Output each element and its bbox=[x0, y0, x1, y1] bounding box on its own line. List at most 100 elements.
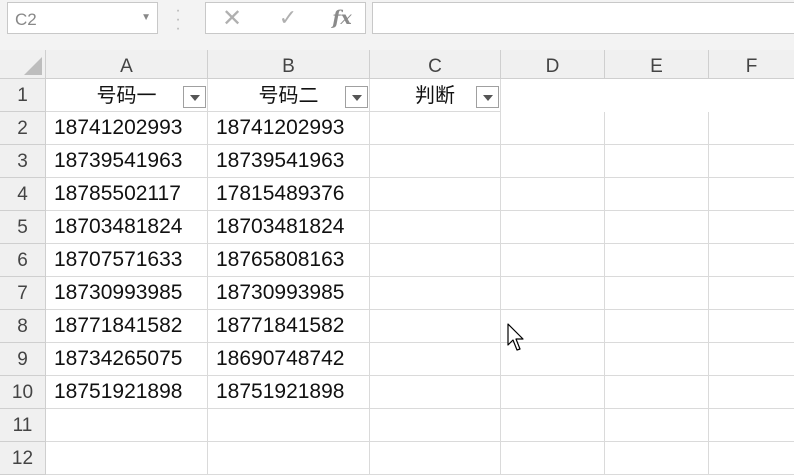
cell-f10[interactable] bbox=[709, 376, 794, 409]
cell-d2[interactable] bbox=[501, 112, 605, 145]
select-all-button[interactable] bbox=[0, 50, 46, 79]
cell-f2[interactable] bbox=[709, 112, 794, 145]
cell-e5[interactable] bbox=[605, 211, 709, 244]
cell-e2[interactable] bbox=[605, 112, 709, 145]
row-header-3[interactable]: 3 bbox=[0, 145, 46, 178]
cell-d7[interactable] bbox=[501, 277, 605, 310]
cell-d3[interactable] bbox=[501, 145, 605, 178]
cell-c3[interactable] bbox=[370, 145, 501, 178]
row-header-6[interactable]: 6 bbox=[0, 244, 46, 277]
cell-b11[interactable] bbox=[208, 409, 370, 442]
cell-b2[interactable]: 18741202993 bbox=[208, 112, 370, 145]
cell-f12[interactable] bbox=[709, 442, 794, 475]
cell-f9[interactable] bbox=[709, 343, 794, 376]
cell-a6[interactable]: 18707571633 bbox=[46, 244, 208, 277]
cell-f6[interactable] bbox=[709, 244, 794, 277]
cell-b8[interactable]: 18771841582 bbox=[208, 310, 370, 343]
cell-f5[interactable] bbox=[709, 211, 794, 244]
cell-c5[interactable] bbox=[370, 211, 501, 244]
column-header-e[interactable]: E bbox=[605, 50, 709, 79]
cell-c2[interactable] bbox=[370, 112, 501, 145]
name-box[interactable]: C2 ▼ bbox=[7, 2, 158, 34]
cell-a5[interactable]: 18703481824 bbox=[46, 211, 208, 244]
cell-b10[interactable]: 18751921898 bbox=[208, 376, 370, 409]
cell-b6[interactable]: 18765808163 bbox=[208, 244, 370, 277]
select-all-triangle-icon bbox=[24, 57, 42, 75]
row-header-10[interactable]: 10 bbox=[0, 376, 46, 409]
row-header-9[interactable]: 9 bbox=[0, 343, 46, 376]
header-cell-c1[interactable]: 判断 bbox=[370, 79, 501, 112]
row-header-4[interactable]: 4 bbox=[0, 178, 46, 211]
cell-c7[interactable] bbox=[370, 277, 501, 310]
cell-a2[interactable]: 18741202993 bbox=[46, 112, 208, 145]
cell-c9[interactable] bbox=[370, 343, 501, 376]
cell-c4[interactable] bbox=[370, 178, 501, 211]
close-icon[interactable]: ✕ bbox=[212, 3, 252, 33]
checkmark-icon[interactable]: ✓ bbox=[268, 3, 308, 33]
cell-d4[interactable] bbox=[501, 178, 605, 211]
cell-d10[interactable] bbox=[501, 376, 605, 409]
header-cell-a1[interactable]: 号码一 bbox=[46, 79, 208, 112]
cell-f3[interactable] bbox=[709, 145, 794, 178]
cell-e7[interactable] bbox=[605, 277, 709, 310]
cell-f11[interactable] bbox=[709, 409, 794, 442]
cell-c11[interactable] bbox=[370, 409, 501, 442]
cell-c6[interactable] bbox=[370, 244, 501, 277]
cell-a12[interactable] bbox=[46, 442, 208, 475]
cell-b5[interactable]: 18703481824 bbox=[208, 211, 370, 244]
header-cell-b1[interactable]: 号码二 bbox=[208, 79, 370, 112]
cell-a11[interactable] bbox=[46, 409, 208, 442]
spreadsheet-grid: A B C D E F 1 2 3 4 5 6 7 8 9 10 11 12 号… bbox=[0, 50, 794, 476]
cell-d11[interactable] bbox=[501, 409, 605, 442]
row-header-7[interactable]: 7 bbox=[0, 277, 46, 310]
cell-d6[interactable] bbox=[501, 244, 605, 277]
cell-a8[interactable]: 18771841582 bbox=[46, 310, 208, 343]
row-header-12[interactable]: 12 bbox=[0, 442, 46, 475]
cell-e11[interactable] bbox=[605, 409, 709, 442]
cell-e10[interactable] bbox=[605, 376, 709, 409]
cell-e3[interactable] bbox=[605, 145, 709, 178]
formula-input[interactable] bbox=[372, 2, 794, 34]
cell-f8[interactable] bbox=[709, 310, 794, 343]
cell-d12[interactable] bbox=[501, 442, 605, 475]
column-header-b[interactable]: B bbox=[208, 50, 370, 79]
row-header-11[interactable]: 11 bbox=[0, 409, 46, 442]
cell-c8[interactable] bbox=[370, 310, 501, 343]
row-header-8[interactable]: 8 bbox=[0, 310, 46, 343]
cell-f7[interactable] bbox=[709, 277, 794, 310]
formula-buttons: ✕ ✓ fx bbox=[205, 2, 366, 34]
column-header-c[interactable]: C bbox=[370, 50, 501, 79]
cell-e12[interactable] bbox=[605, 442, 709, 475]
cell-a10[interactable]: 18751921898 bbox=[46, 376, 208, 409]
cell-e4[interactable] bbox=[605, 178, 709, 211]
column-header-a[interactable]: A bbox=[46, 50, 208, 79]
cell-b12[interactable] bbox=[208, 442, 370, 475]
cell-b3[interactable]: 18739541963 bbox=[208, 145, 370, 178]
more-options-icon[interactable]: · · · bbox=[174, 3, 182, 37]
filter-dropdown-icon[interactable] bbox=[476, 86, 499, 108]
filter-dropdown-icon[interactable] bbox=[345, 86, 368, 108]
cell-a9[interactable]: 18734265075 bbox=[46, 343, 208, 376]
cell-e6[interactable] bbox=[605, 244, 709, 277]
column-header-d[interactable]: D bbox=[501, 50, 605, 79]
cell-a7[interactable]: 18730993985 bbox=[46, 277, 208, 310]
cell-a4[interactable]: 18785502117 bbox=[46, 178, 208, 211]
filter-dropdown-icon[interactable] bbox=[183, 86, 206, 108]
cell-c10[interactable] bbox=[370, 376, 501, 409]
cell-b9[interactable]: 18690748742 bbox=[208, 343, 370, 376]
cell-a3[interactable]: 18739541963 bbox=[46, 145, 208, 178]
column-header-f[interactable]: F bbox=[709, 50, 794, 79]
cell-e8[interactable] bbox=[605, 310, 709, 343]
cell-b7[interactable]: 18730993985 bbox=[208, 277, 370, 310]
cell-b4[interactable]: 17815489376 bbox=[208, 178, 370, 211]
row-header-2[interactable]: 2 bbox=[0, 112, 46, 145]
cell-e9[interactable] bbox=[605, 343, 709, 376]
row-header-1[interactable]: 1 bbox=[0, 79, 46, 112]
cell-f4[interactable] bbox=[709, 178, 794, 211]
insert-function-button[interactable]: fx bbox=[322, 3, 362, 33]
cell-d5[interactable] bbox=[501, 211, 605, 244]
row-header-5[interactable]: 5 bbox=[0, 211, 46, 244]
chevron-down-icon[interactable]: ▼ bbox=[141, 12, 151, 23]
cell-c12[interactable] bbox=[370, 442, 501, 475]
mouse-cursor-icon bbox=[507, 323, 524, 351]
